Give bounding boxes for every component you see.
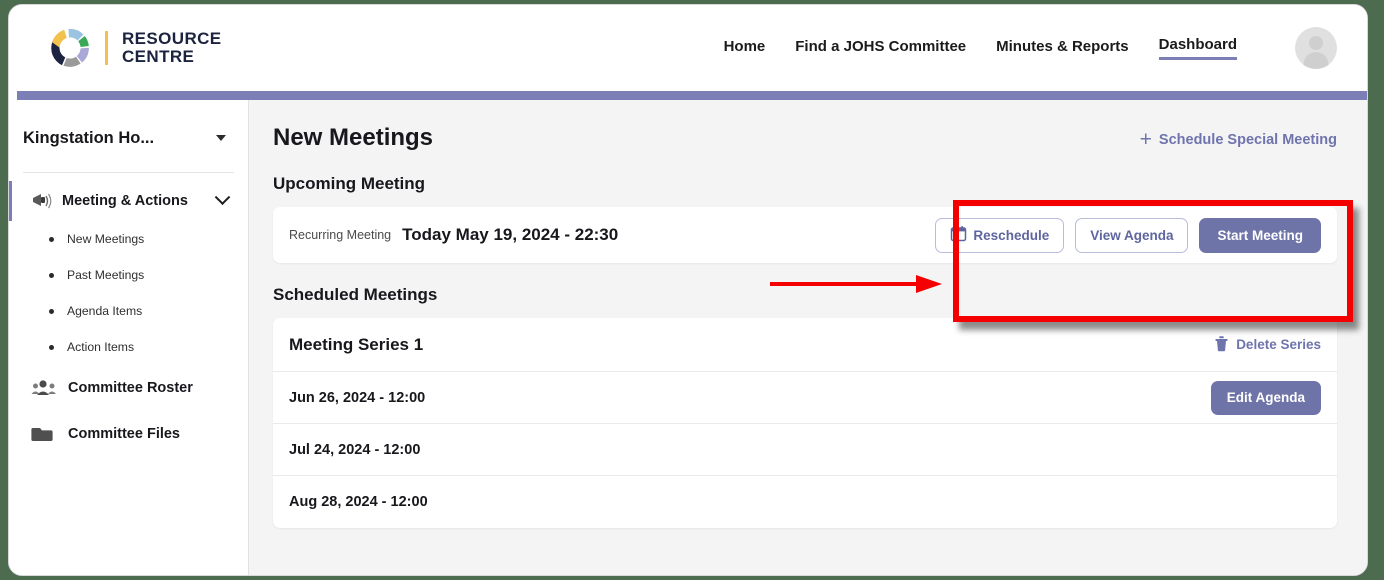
bullet-icon bbox=[49, 272, 54, 278]
scheduled-meetings-heading: Scheduled Meetings bbox=[273, 285, 438, 304]
page-title: New Meetings bbox=[273, 124, 434, 151]
schedule-special-meeting-label: Schedule Special Meeting bbox=[1158, 131, 1337, 148]
calendar-icon bbox=[950, 225, 967, 245]
brand-logo[interactable]: RESOURCE CENTRE bbox=[49, 27, 222, 69]
plus-icon: + bbox=[1139, 128, 1152, 151]
megaphone-icon bbox=[30, 191, 52, 211]
logo-divider bbox=[105, 31, 108, 65]
reschedule-button[interactable]: Reschedule bbox=[935, 217, 1065, 253]
caret-down-icon bbox=[216, 135, 226, 141]
meeting-date: Jul 24, 2024 - 12:00 bbox=[289, 441, 421, 458]
trash-icon bbox=[1214, 335, 1229, 355]
brand-line-2: CENTRE bbox=[122, 47, 195, 66]
sidebar-item-committee-files[interactable]: Committee Files bbox=[9, 411, 248, 457]
nav-item-find-committee[interactable]: Find a JOHS Committee bbox=[795, 38, 966, 59]
meeting-series-header: Meeting Series 1 Delete Series bbox=[273, 318, 1337, 372]
bullet-icon bbox=[49, 308, 54, 314]
sidebar-divider bbox=[23, 172, 234, 173]
schedule-special-meeting-button[interactable]: + Schedule Special Meeting bbox=[1140, 124, 1337, 150]
org-selector[interactable]: Kingstation Ho... bbox=[9, 118, 248, 158]
sidebar-subitem-label: Action Items bbox=[67, 340, 135, 354]
bullet-icon bbox=[49, 344, 54, 350]
meeting-series-title: Meeting Series 1 bbox=[289, 334, 424, 354]
delete-series-button[interactable]: Delete Series bbox=[1214, 335, 1321, 355]
people-group-icon bbox=[31, 378, 57, 398]
sidebar: Kingstation Ho... Meeting & Actions New … bbox=[9, 100, 249, 575]
sidebar-item-agenda-items[interactable]: Agenda Items bbox=[9, 293, 248, 329]
main-content: New Meetings + Schedule Special Meeting … bbox=[249, 100, 1367, 575]
table-row[interactable]: Aug 28, 2024 - 12:00 bbox=[273, 476, 1337, 528]
sidebar-item-past-meetings[interactable]: Past Meetings bbox=[9, 257, 248, 293]
edit-agenda-button[interactable]: Edit Agenda bbox=[1210, 380, 1321, 415]
meeting-date: Jun 26, 2024 - 12:00 bbox=[289, 389, 426, 406]
sidebar-item-label: Committee Files bbox=[68, 426, 180, 442]
view-agenda-label: View Agenda bbox=[1090, 227, 1174, 243]
scheduled-meetings-card: Meeting Series 1 Delete Series Jun 26, 2… bbox=[273, 318, 1337, 528]
user-avatar-icon[interactable] bbox=[1295, 27, 1337, 69]
sidebar-item-label: Committee Roster bbox=[68, 380, 193, 396]
site-header: RESOURCE CENTRE Home Find a JOHS Committ… bbox=[9, 5, 1367, 91]
delete-series-label: Delete Series bbox=[1236, 337, 1321, 352]
start-meeting-button[interactable]: Start Meeting bbox=[1199, 217, 1321, 253]
upcoming-meeting-heading: Upcoming Meeting bbox=[273, 174, 426, 193]
page-header: New Meetings + Schedule Special Meeting bbox=[273, 124, 1337, 152]
brand-line-1: RESOURCE bbox=[122, 29, 222, 49]
start-meeting-label: Start Meeting bbox=[1217, 227, 1303, 243]
sidebar-item-action-items[interactable]: Action Items bbox=[9, 329, 248, 365]
bullet-icon bbox=[49, 236, 54, 242]
nav-item-dashboard[interactable]: Dashboard bbox=[1158, 36, 1237, 60]
sidebar-item-new-meetings[interactable]: New Meetings bbox=[9, 221, 248, 257]
nav-item-minutes-reports[interactable]: Minutes & Reports bbox=[996, 38, 1129, 59]
nav-item-home[interactable]: Home bbox=[724, 38, 766, 59]
meeting-action-buttons: Reschedule View Agenda Start Meeting bbox=[935, 217, 1321, 253]
meeting-type-label: Recurring Meeting bbox=[289, 228, 392, 242]
main-navigation: Home Find a JOHS Committee Minutes & Rep… bbox=[724, 27, 1337, 69]
body-container: Kingstation Ho... Meeting & Actions New … bbox=[9, 100, 1367, 575]
sidebar-subitem-label: Agenda Items bbox=[67, 304, 143, 318]
org-name-label: Kingstation Ho... bbox=[23, 128, 155, 147]
folder-icon bbox=[31, 424, 57, 444]
table-row[interactable]: Jun 26, 2024 - 12:00 Edit Agenda bbox=[273, 372, 1337, 424]
header-accent-strip bbox=[17, 91, 1367, 100]
chevron-down-icon[interactable] bbox=[214, 188, 231, 205]
ohs-logo-ring-icon bbox=[49, 27, 91, 69]
table-row[interactable]: Jul 24, 2024 - 12:00 bbox=[273, 424, 1337, 476]
sidebar-group-meeting-actions[interactable]: Meeting & Actions bbox=[9, 181, 248, 221]
view-agenda-button[interactable]: View Agenda bbox=[1075, 217, 1189, 253]
sidebar-subitem-label: Past Meetings bbox=[67, 268, 145, 282]
meeting-date: Aug 28, 2024 - 12:00 bbox=[289, 494, 428, 510]
sidebar-subitem-label: New Meetings bbox=[67, 232, 145, 246]
upcoming-meeting-datetime: Today May 19, 2024 - 22:30 bbox=[402, 225, 619, 244]
sidebar-group-label: Meeting & Actions bbox=[62, 193, 188, 209]
sidebar-item-committee-roster[interactable]: Committee Roster bbox=[9, 365, 248, 411]
upcoming-meeting-card: Recurring Meeting Today May 19, 2024 - 2… bbox=[273, 207, 1337, 263]
app-window: RESOURCE CENTRE Home Find a JOHS Committ… bbox=[8, 4, 1368, 576]
reschedule-label: Reschedule bbox=[973, 227, 1050, 243]
brand-wordmark: RESOURCE CENTRE bbox=[122, 30, 222, 66]
